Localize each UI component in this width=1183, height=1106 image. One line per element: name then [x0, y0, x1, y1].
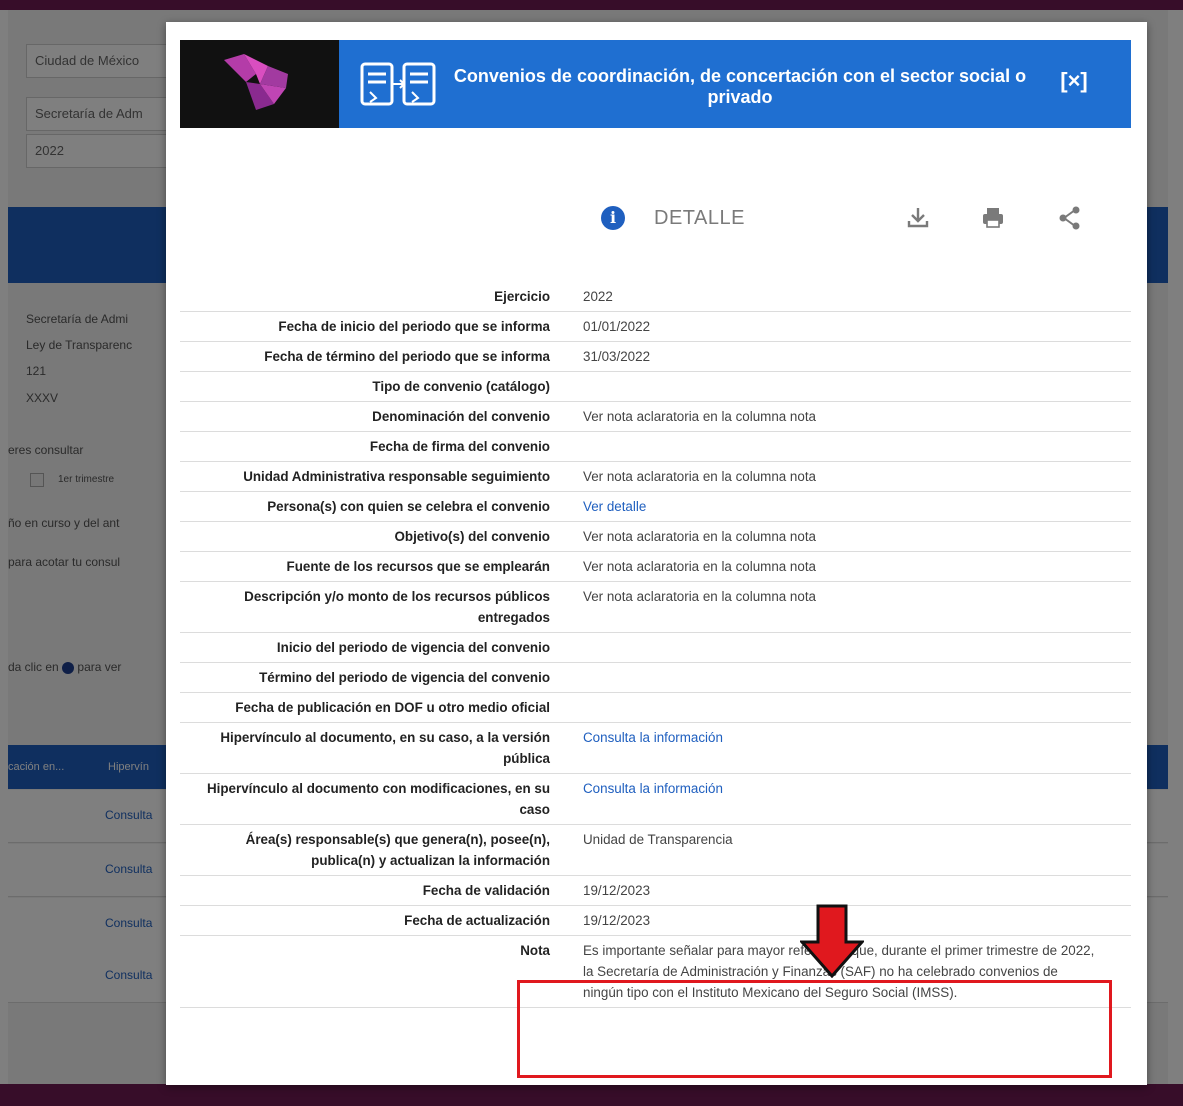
- detail-row: Unidad Administrativa responsable seguim…: [180, 462, 1131, 492]
- down-arrow-icon: [798, 904, 866, 983]
- detail-link[interactable]: Consulta la información: [566, 723, 1131, 773]
- close-button[interactable]: [×]: [1052, 64, 1096, 98]
- detail-row: Ejercicio 2022: [180, 282, 1131, 312]
- detail-label: Unidad Administrativa responsable seguim…: [243, 469, 550, 484]
- detail-label: Fecha de inicio del periodo que se infor…: [278, 319, 550, 334]
- note-highlight-box: [517, 980, 1112, 1078]
- detail-row: Fuente de los recursos que se emplearán V…: [180, 552, 1131, 582]
- download-icon[interactable]: [904, 204, 932, 232]
- agreement-document-icon: [360, 62, 438, 113]
- detail-modal: Convenios de coordinación, de concertaci…: [166, 22, 1147, 1085]
- detail-row: Fecha de publicación en DOF u otro medio…: [180, 693, 1131, 723]
- detail-label: Inicio del periodo de vigencia del conve…: [276, 640, 550, 655]
- detail-value: 01/01/2022: [583, 319, 651, 334]
- detail-value: Ver nota aclaratoria en la columna nota: [583, 529, 816, 544]
- info-icon: i: [601, 206, 625, 230]
- detail-label: Área(s) responsable(s) que genera(n), po…: [245, 832, 550, 868]
- detail-value: Ver nota aclaratoria en la columna nota: [583, 409, 816, 424]
- detail-label: Nota: [520, 943, 550, 958]
- detail-label: Hipervínculo al documento, en su caso, a…: [220, 730, 550, 766]
- detail-value: 31/03/2022: [583, 349, 651, 364]
- detail-value: Unidad de Transparencia: [583, 832, 733, 847]
- detail-label: Denominación del convenio: [372, 409, 550, 424]
- detail-label: Hipervínculo al documento con modificaci…: [206, 781, 550, 817]
- detail-row: Descripción y/o monto de los recursos pú…: [180, 582, 1131, 633]
- detail-label: Objetivo(s) del convenio: [394, 529, 550, 544]
- detail-value: Ver nota aclaratoria en la columna nota: [583, 469, 816, 484]
- print-icon[interactable]: [979, 204, 1007, 232]
- detail-row: Fecha de actualización 19/12/2023: [180, 906, 1131, 936]
- detail-value: Ver nota aclaratoria en la columna nota: [583, 589, 816, 604]
- detail-label: Persona(s) con quien se celebra el conve…: [267, 499, 550, 514]
- detail-label: Fecha de término del periodo que se info…: [264, 349, 550, 364]
- detail-label: Tipo de convenio (catálogo): [372, 379, 550, 394]
- detail-label: Término del periodo de vigencia del conv…: [259, 670, 550, 685]
- detail-row: Área(s) responsable(s) que genera(n), po…: [180, 825, 1131, 876]
- detail-value: 19/12/2023: [583, 883, 651, 898]
- detail-row: Fecha de firma del convenio: [180, 432, 1131, 462]
- detail-row: Denominación del convenio Ver nota aclara…: [180, 402, 1131, 432]
- modal-header: Convenios de coordinación, de concertaci…: [180, 40, 1131, 128]
- detail-toolbar: i DETALLE: [596, 204, 1116, 234]
- detalle-label: DETALLE: [654, 207, 745, 229]
- detail-row: Término del periodo de vigencia del conv…: [180, 663, 1131, 693]
- detail-label: Fecha de validación: [422, 883, 550, 898]
- detail-row: Hipervínculo al documento, en su caso, a…: [180, 723, 1131, 774]
- detail-link[interactable]: Ver detalle: [566, 492, 1131, 521]
- detail-link[interactable]: Consulta la información: [566, 774, 1131, 824]
- detail-value: [566, 432, 1131, 461]
- modal-title: Convenios de coordinación, de concertaci…: [453, 66, 1027, 107]
- detail-label: Fuente de los recursos que se emplearán: [286, 559, 550, 574]
- detail-value: 2022: [583, 289, 613, 304]
- detail-row: Hipervínculo al documento con modificaci…: [180, 774, 1131, 825]
- detail-label: Fecha de actualización: [404, 913, 550, 928]
- detail-row: Fecha de validación 19/12/2023: [180, 876, 1131, 906]
- institution-logo: [180, 40, 339, 128]
- detail-row: Fecha de inicio del periodo que se infor…: [180, 312, 1131, 342]
- detail-label: Fecha de publicación en DOF u otro medio…: [235, 700, 550, 715]
- detail-value: [566, 663, 1131, 692]
- detail-value: Ver nota aclaratoria en la columna nota: [583, 559, 816, 574]
- detail-label: Ejercicio: [494, 289, 550, 304]
- detail-value: [566, 633, 1131, 662]
- detail-row: Objetivo(s) del convenio Ver nota aclarat…: [180, 522, 1131, 552]
- detail-label: Fecha de firma del convenio: [369, 439, 550, 454]
- detail-row: Fecha de término del periodo que se info…: [180, 342, 1131, 372]
- detail-row: Tipo de convenio (catálogo): [180, 372, 1131, 402]
- share-icon[interactable]: [1056, 204, 1084, 232]
- detail-value: [566, 372, 1131, 401]
- detail-table: Ejercicio 2022 Fecha de inicio del periodo…: [180, 282, 1131, 1008]
- detail-row: Inicio del periodo de vigencia del conve…: [180, 633, 1131, 663]
- detail-row: Persona(s) con quien se celebra el conve…: [180, 492, 1131, 522]
- detail-value: [566, 693, 1131, 722]
- detail-label: Descripción y/o monto de los recursos pú…: [244, 589, 550, 625]
